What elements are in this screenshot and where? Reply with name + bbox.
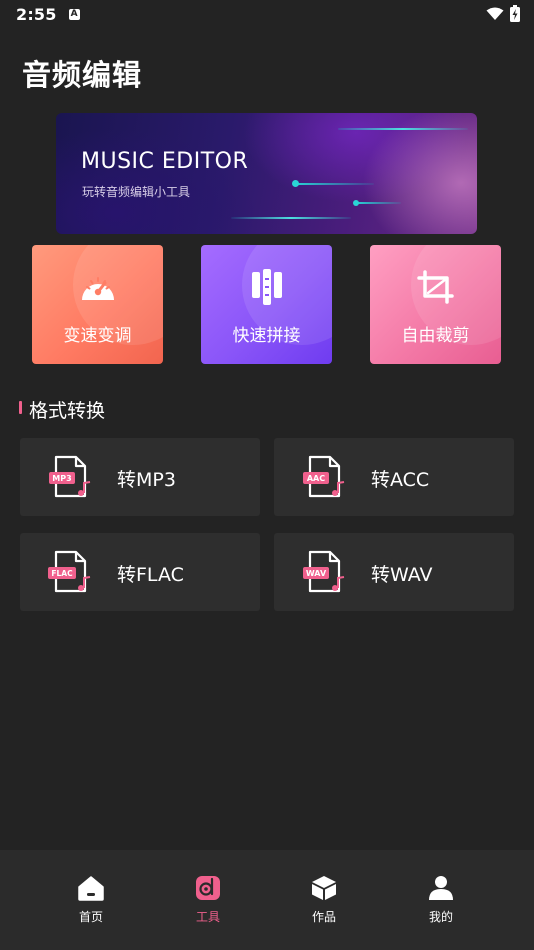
tool-speed-pitch-label: 变速变调 <box>63 326 132 346</box>
tool-quick-splice-button[interactable]: 快速拼接 <box>201 245 332 364</box>
banner-decoration-line <box>231 217 351 219</box>
home-icon <box>77 874 105 902</box>
convert-mp3-button[interactable]: MP3 转MP3 <box>20 438 260 516</box>
tab-tools-label: 工具 <box>195 910 220 924</box>
status-time: 2:55 <box>16 4 57 24</box>
speedometer-icon <box>78 267 118 307</box>
banner-decoration-line <box>356 202 401 204</box>
tools-icon <box>194 874 222 902</box>
convert-acc-button[interactable]: AAC 转ACC <box>274 438 514 516</box>
flac-file-icon: FLAC <box>48 550 91 593</box>
tab-home[interactable]: 首页 <box>61 874 121 925</box>
tool-free-crop-label: 自由裁剪 <box>401 326 470 346</box>
tool-speed-pitch-button[interactable]: 变速变调 <box>32 245 163 364</box>
battery-icon <box>510 5 520 22</box>
convert-acc-label: 转ACC <box>371 469 430 491</box>
tool-quick-splice-label: 快速拼接 <box>232 326 301 346</box>
tab-mine-label: 我的 <box>428 910 453 924</box>
aac-badge: AAC <box>307 474 325 483</box>
tab-works[interactable]: 作品 <box>294 874 354 925</box>
banner-decoration-line <box>294 183 374 185</box>
aac-file-icon: AAC <box>303 455 345 498</box>
status-bar: 2:55 A <box>0 0 534 28</box>
splice-icon <box>247 267 287 307</box>
section-marker <box>19 401 22 414</box>
banner-decoration-line <box>338 128 468 130</box>
user-icon <box>427 874 455 902</box>
tab-works-label: 作品 <box>311 910 336 924</box>
mp3-badge: MP3 <box>52 474 71 483</box>
mp3-file-icon: MP3 <box>49 455 91 498</box>
banner-subtitle: 玩转音频编辑小工具 <box>82 185 191 199</box>
convert-wav-button[interactable]: WAV 转WAV <box>274 533 514 611</box>
notification-icon: A <box>68 8 80 20</box>
crop-icon <box>416 267 456 307</box>
bottom-tab-bar: 首页 工具 作品 我的 <box>0 850 534 950</box>
music-editor-banner[interactable]: MUSIC EDITOR 玩转音频编辑小工具 <box>56 113 477 234</box>
wav-file-icon: WAV <box>303 550 345 593</box>
tool-free-crop-button[interactable]: 自由裁剪 <box>370 245 501 364</box>
tab-home-label: 首页 <box>78 910 103 924</box>
tab-tools[interactable]: 工具 <box>178 874 238 925</box>
convert-flac-label: 转FLAC <box>117 564 184 586</box>
wav-badge: WAV <box>306 569 327 578</box>
convert-flac-button[interactable]: FLAC 转FLAC <box>20 533 260 611</box>
format-section-title: 格式转换 <box>29 400 106 422</box>
convert-mp3-label: 转MP3 <box>117 469 176 491</box>
tab-mine[interactable]: 我的 <box>411 874 471 925</box>
page-title: 音频编辑 <box>22 58 143 92</box>
box-icon <box>310 874 338 902</box>
banner-title: MUSIC EDITOR <box>81 149 249 174</box>
wifi-icon <box>486 7 504 20</box>
flac-badge: FLAC <box>51 569 73 578</box>
banner-decoration-dot <box>353 200 359 206</box>
status-icons <box>486 5 520 22</box>
convert-wav-label: 转WAV <box>371 564 433 586</box>
banner-decoration-dot <box>292 180 299 187</box>
